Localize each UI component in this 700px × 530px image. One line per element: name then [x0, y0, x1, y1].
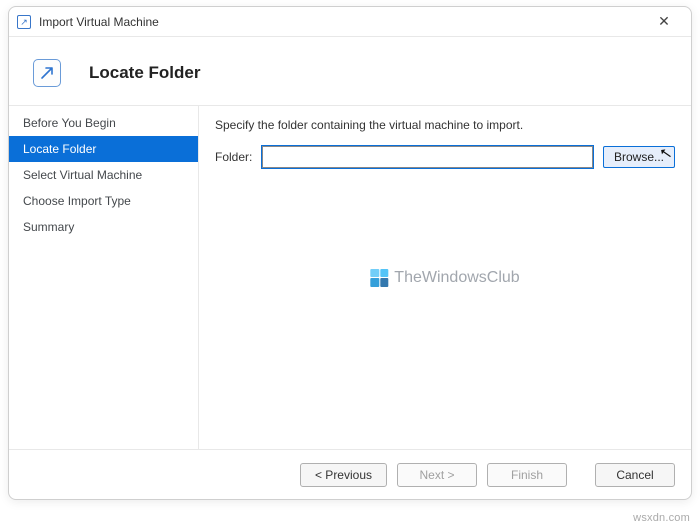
- step-summary[interactable]: Summary: [9, 214, 198, 240]
- wizard-body: Before You Begin Locate Folder Select Vi…: [9, 105, 691, 449]
- window-title: Import Virtual Machine: [39, 15, 643, 29]
- step-select-virtual-machine[interactable]: Select Virtual Machine: [9, 162, 198, 188]
- page-title: Locate Folder: [89, 63, 200, 83]
- wizard-header: Locate Folder: [9, 37, 691, 105]
- finish-button[interactable]: Finish: [487, 463, 567, 487]
- step-label: Locate Folder: [23, 142, 96, 156]
- page-credit: wsxdn.com: [633, 512, 690, 524]
- titlebar: Import Virtual Machine ✕: [9, 7, 691, 37]
- step-label: Before You Begin: [23, 116, 116, 130]
- close-icon: ✕: [658, 13, 670, 30]
- step-label: Choose Import Type: [23, 194, 131, 208]
- step-label: Select Virtual Machine: [23, 168, 142, 182]
- step-choose-import-type[interactable]: Choose Import Type: [9, 188, 198, 214]
- wizard-content: Specify the folder containing the virtua…: [199, 106, 691, 449]
- step-before-you-begin[interactable]: Before You Begin: [9, 110, 198, 136]
- folder-label: Folder:: [215, 150, 252, 164]
- folder-input[interactable]: [262, 146, 593, 168]
- step-locate-folder[interactable]: Locate Folder: [9, 136, 198, 162]
- folder-row: Folder: Browse...: [215, 146, 675, 168]
- close-button[interactable]: ✕: [643, 8, 685, 36]
- cancel-button[interactable]: Cancel: [595, 463, 675, 487]
- watermark-text: TheWindowsClub: [394, 269, 519, 287]
- browse-button[interactable]: Browse...: [603, 146, 675, 168]
- wizard-footer: < Previous Next > Finish Cancel: [9, 449, 691, 499]
- wizard-steps-sidebar: Before You Begin Locate Folder Select Vi…: [9, 106, 199, 449]
- watermark: TheWindowsClub: [370, 269, 519, 287]
- thewindowsclub-logo-icon: [370, 269, 388, 287]
- next-button[interactable]: Next >: [397, 463, 477, 487]
- instruction-text: Specify the folder containing the virtua…: [215, 118, 675, 132]
- step-label: Summary: [23, 220, 74, 234]
- wizard-window: Import Virtual Machine ✕ Locate Folder B…: [8, 6, 692, 500]
- import-arrow-icon: [33, 59, 61, 87]
- import-vm-icon: [17, 15, 31, 29]
- previous-button[interactable]: < Previous: [300, 463, 387, 487]
